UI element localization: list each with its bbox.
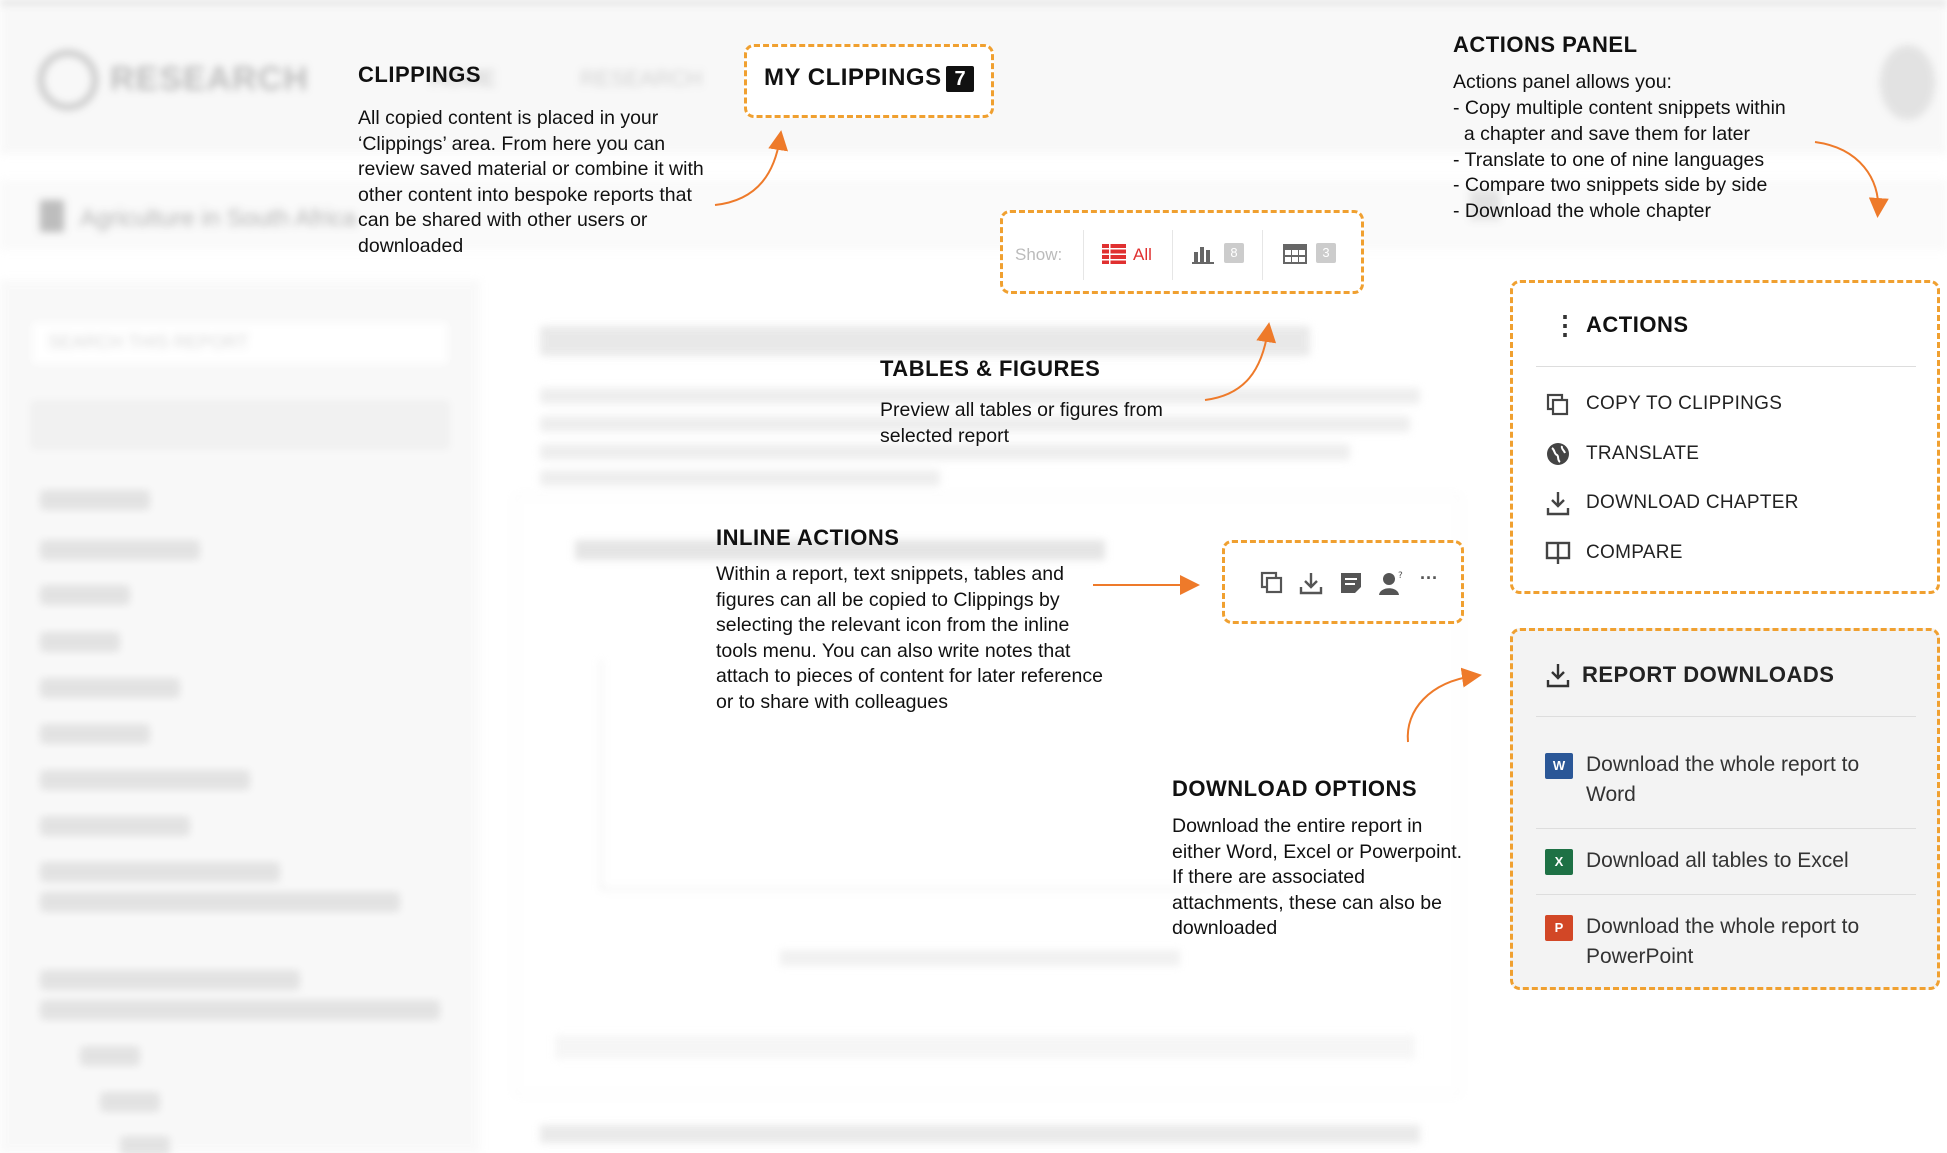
action-translate[interactable]: TRANSLATE: [1586, 443, 1699, 465]
book-icon: [40, 200, 64, 232]
sidebar-item[interactable]: [40, 862, 280, 882]
report-downloads-title: REPORT DOWNLOADS: [1582, 662, 1835, 687]
show-filter-label: Show:: [1015, 245, 1063, 264]
clippings-callout-body: All copied content is placed in your ‘Cl…: [358, 107, 704, 257]
divider: [1536, 716, 1916, 717]
download-icon: [1546, 492, 1570, 516]
actions-panel-bullet: - Copy multiple content snippets within: [1453, 97, 1786, 119]
sidebar-item[interactable]: [100, 1092, 160, 1112]
list-icon[interactable]: [1102, 244, 1126, 264]
tables-count-badge: 3: [1316, 243, 1336, 263]
actions-panel-callout-intro: Actions panel allows you:: [1453, 71, 1672, 93]
avatar[interactable]: [1880, 45, 1935, 120]
actions-panel-title: ACTIONS: [1586, 312, 1689, 337]
sidebar-item[interactable]: [40, 540, 200, 560]
actions-panel-bullet: - Translate to one of nine languages: [1453, 149, 1765, 171]
download-options-arrow: [1406, 667, 1482, 743]
inline-actions-callout-body: Within a report, text snippets, tables a…: [716, 563, 1103, 713]
paragraph-line: [540, 470, 940, 486]
my-clippings-label: MY CLIPPINGS: [764, 64, 942, 91]
figures-count-badge: 8: [1224, 243, 1244, 263]
logo-icon: [38, 50, 98, 110]
top-border: [0, 0, 1947, 4]
sidebar-item[interactable]: [120, 1136, 170, 1153]
divider: [1536, 894, 1916, 895]
powerpoint-file-icon: P: [1545, 915, 1573, 941]
actions-panel-bullet: - Compare two snippets side by side: [1453, 174, 1768, 196]
report-title: Agriculture in South Africa: [80, 205, 357, 232]
tables-figures-arrow: [1204, 322, 1277, 401]
clippings-arrow: [714, 130, 789, 206]
more-options-icon[interactable]: ···: [1420, 568, 1438, 589]
expand-sections-button[interactable]: [30, 400, 450, 450]
sidebar: [0, 280, 480, 1153]
table-icon[interactable]: [1283, 244, 1307, 264]
divider: [1536, 828, 1916, 829]
action-download-chapter[interactable]: DOWNLOAD CHAPTER: [1586, 492, 1799, 514]
sidebar-item[interactable]: [40, 892, 400, 912]
action-copy-to-clippings[interactable]: COPY TO CLIPPINGS: [1586, 393, 1782, 415]
sidebar-item[interactable]: [40, 490, 150, 510]
tables-figures-callout-title: TABLES & FIGURES: [880, 356, 1101, 381]
filter-all-label[interactable]: All: [1133, 245, 1152, 265]
paragraph-line: [540, 1125, 1420, 1143]
action-compare[interactable]: COMPARE: [1586, 542, 1683, 564]
figure-legend: [780, 950, 1180, 966]
sidebar-item[interactable]: [40, 770, 250, 790]
globe-icon: [1547, 443, 1569, 465]
actions-panel-bullet: - Download the whole chapter: [1453, 200, 1711, 222]
nav-research[interactable]: RESEARCH: [580, 66, 702, 92]
clippings-callout-title: CLIPPINGS: [358, 62, 482, 87]
download-word-link[interactable]: Download the whole report to Word: [1586, 750, 1906, 810]
download-powerpoint-link[interactable]: Download the whole report to PowerPoint: [1586, 912, 1906, 972]
clippings-count-badge: 7: [946, 66, 974, 92]
divider: [1536, 366, 1916, 367]
download-excel-link[interactable]: Download all tables to Excel: [1586, 846, 1906, 876]
copy-icon: [1546, 393, 1569, 416]
divider: [1262, 230, 1263, 280]
sidebar-item[interactable]: [40, 678, 180, 698]
download-icon: [1546, 664, 1570, 688]
sidebar-item[interactable]: [40, 724, 150, 744]
sidebar-item[interactable]: [80, 1046, 140, 1066]
divider: [1083, 230, 1084, 280]
kebab-menu-icon: ⋮: [1552, 310, 1578, 340]
bar-chart-icon[interactable]: [1192, 244, 1214, 264]
excel-file-icon: X: [1545, 849, 1573, 875]
sidebar-item[interactable]: [40, 632, 120, 652]
section-heading: [540, 326, 1310, 356]
divider: [1172, 230, 1173, 280]
download-icon[interactable]: [1298, 570, 1324, 596]
actions-panel-callout-title: ACTIONS PANEL: [1453, 32, 1638, 57]
word-file-icon: W: [1545, 753, 1573, 779]
logo-text: RESEARCH: [110, 60, 309, 98]
tables-figures-callout-body: Preview all tables or figures from selec…: [880, 399, 1163, 447]
note-icon[interactable]: [1338, 570, 1364, 596]
figure-source: [555, 1035, 1415, 1059]
search-input[interactable]: [30, 320, 450, 366]
svg-text:?: ?: [1398, 571, 1403, 581]
sidebar-item[interactable]: [40, 970, 300, 990]
compare-icon: [1545, 541, 1571, 564]
download-options-callout-title: DOWNLOAD OPTIONS: [1172, 776, 1418, 801]
share-user-icon[interactable]: ?: [1378, 570, 1404, 596]
search-placeholder: SEARCH THIS REPORT: [48, 332, 249, 352]
inline-actions-callout-title: INLINE ACTIONS: [716, 525, 900, 550]
actions-panel-bullet: a chapter and save them for later: [1453, 123, 1750, 145]
sidebar-item[interactable]: [40, 816, 190, 836]
copy-icon[interactable]: [1259, 570, 1285, 596]
download-options-callout-body: Download the entire report in either Wor…: [1172, 815, 1463, 939]
sidebar-item[interactable]: [40, 585, 130, 605]
sidebar-item[interactable]: [40, 1000, 440, 1020]
